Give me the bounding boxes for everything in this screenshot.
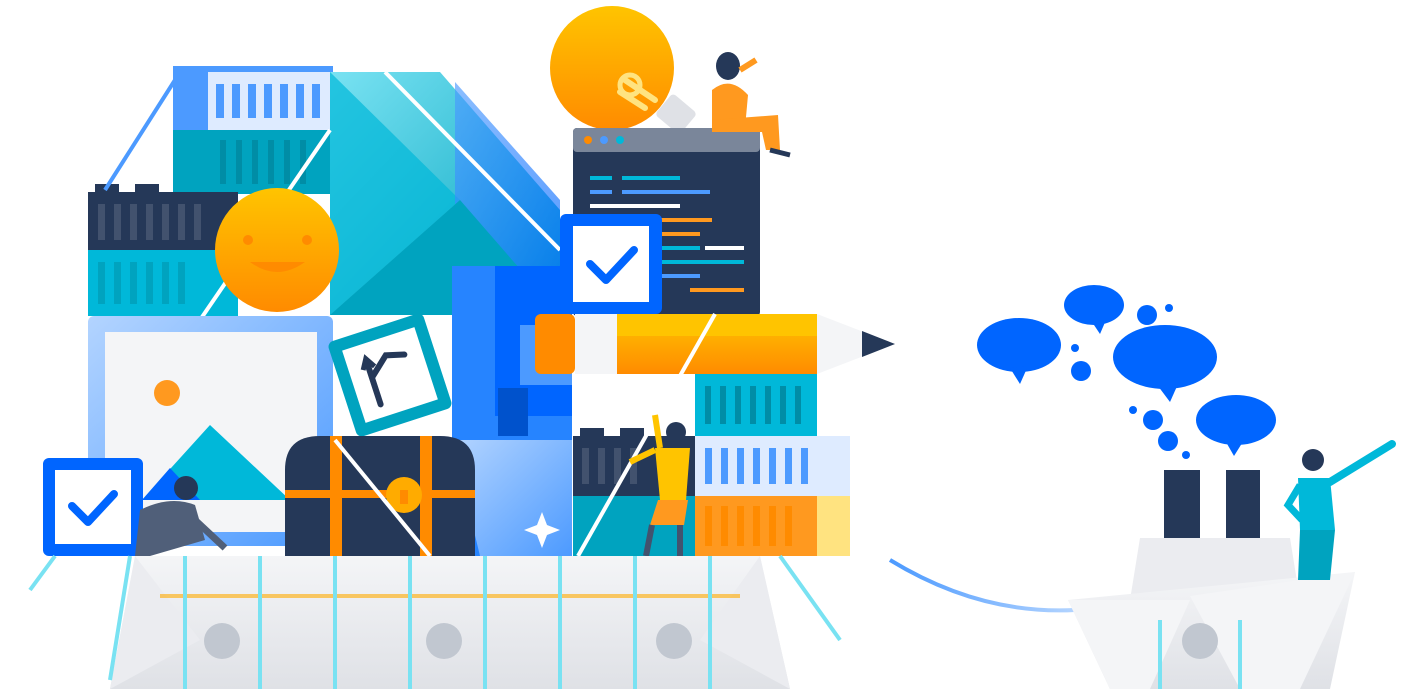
tow-rope	[888, 558, 1076, 613]
cargo-ship-icon	[8, 554, 890, 689]
checkbox-icon-left	[43, 458, 143, 556]
speech-bubble-icon	[977, 285, 1276, 459]
treasure-chest-icon	[285, 436, 475, 558]
pencil-icon	[535, 314, 895, 374]
illustration-canvas	[8, 6, 1396, 689]
person-pointing-right	[1283, 440, 1396, 580]
teamwork-illustration	[0, 0, 1404, 689]
lightbulb-icon	[550, 6, 696, 134]
checkbox-icon	[560, 214, 662, 314]
branch-icon	[328, 313, 452, 437]
smiley-icon	[215, 188, 339, 312]
